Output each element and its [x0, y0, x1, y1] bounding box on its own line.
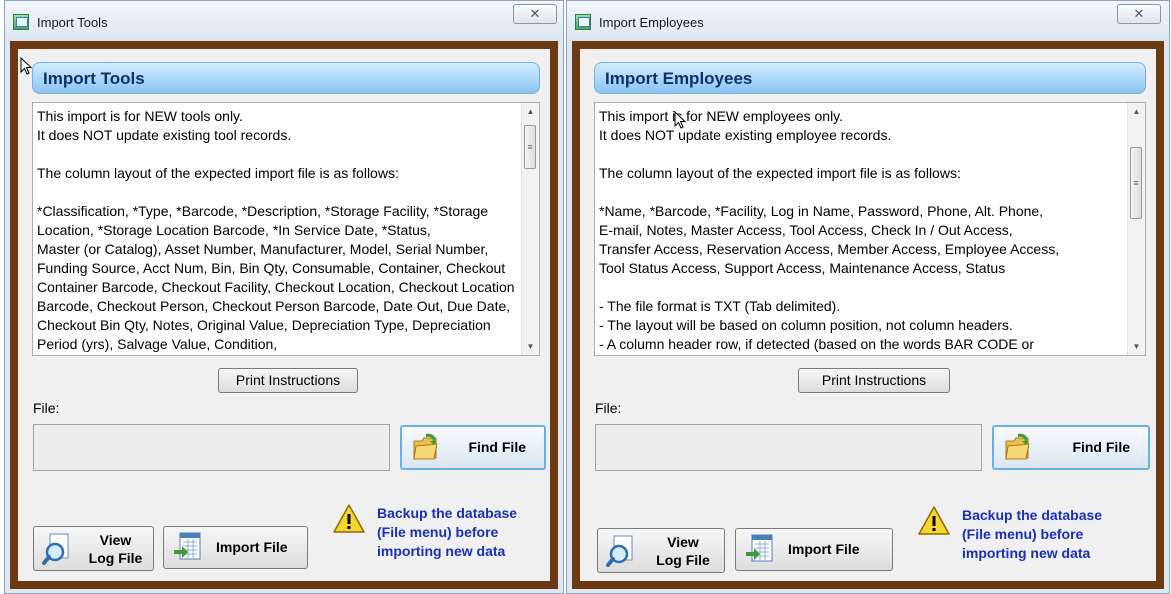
magnifier-icon — [42, 533, 69, 565]
view-log-line2: Log File — [656, 552, 710, 568]
magnifier-icon — [606, 535, 633, 567]
view-log-line1: View — [667, 534, 699, 550]
mouse-pointer-icon — [20, 57, 32, 75]
import-file-button[interactable]: Import File — [163, 526, 308, 569]
backup-line1: Backup the database — [962, 507, 1103, 523]
backup-warning-text: Backup the database (File menu) before i… — [377, 504, 517, 561]
spreadsheet-icon — [174, 532, 201, 560]
window-title: Import Employees — [599, 15, 704, 30]
find-file-label: Find File — [468, 439, 526, 455]
vertical-scrollbar[interactable]: ▲ ≡ ▼ — [1127, 103, 1145, 355]
warning-icon — [333, 504, 365, 533]
scroll-thumb[interactable]: ≡ — [1130, 147, 1142, 219]
close-icon: ✕ — [529, 6, 541, 21]
backup-line3: importing new data — [377, 543, 506, 559]
header-title: Import Tools — [43, 69, 145, 88]
print-instructions-button[interactable]: Print Instructions — [218, 368, 358, 393]
close-icon: ✕ — [1133, 6, 1145, 21]
content-frame: Import Tools This import is for NEW tool… — [10, 41, 558, 589]
title-bar: Import Tools ✕ — [5, 1, 563, 41]
scroll-up-icon[interactable]: ▲ — [1128, 103, 1145, 120]
mouse-pointer-icon — [674, 111, 686, 129]
file-path-field[interactable] — [33, 424, 390, 471]
section-header: Import Employees — [594, 62, 1146, 94]
folder-icon — [413, 433, 438, 460]
backup-line1: Backup the database — [377, 505, 518, 521]
vertical-scrollbar[interactable]: ▲ ≡ ▼ — [521, 103, 539, 355]
content-frame: Import Employees This import is for NEW … — [572, 41, 1164, 589]
view-log-label: View Log File — [644, 533, 722, 569]
import-file-button[interactable]: Import File — [735, 528, 893, 571]
view-log-line2: Log File — [88, 550, 143, 566]
file-path-field[interactable] — [595, 424, 982, 471]
close-button[interactable]: ✕ — [1117, 4, 1161, 24]
title-bar: Import Employees ✕ — [567, 1, 1169, 41]
window-title: Import Tools — [37, 15, 108, 30]
backup-line2: (File menu) before — [377, 524, 499, 540]
instructions-textbox[interactable]: This import is for NEW tools only. It do… — [32, 102, 540, 356]
scroll-up-icon[interactable]: ▲ — [522, 103, 539, 120]
import-file-label: Import File — [216, 539, 288, 555]
view-log-line1: View — [99, 532, 132, 548]
section-header: Import Tools — [32, 62, 540, 94]
scroll-down-icon[interactable]: ▼ — [522, 338, 539, 355]
close-button[interactable]: ✕ — [513, 4, 557, 24]
warning-icon — [918, 506, 950, 535]
instructions-text: This import is for NEW tools only. It do… — [37, 108, 515, 352]
import-employees-window: Import Employees ✕ Import Employees This… — [566, 0, 1170, 594]
find-file-label: Find File — [1072, 439, 1130, 455]
app-icon — [575, 14, 591, 30]
backup-line3: importing new data — [962, 545, 1091, 561]
header-title: Import Employees — [605, 69, 753, 88]
view-log-file-button[interactable]: View Log File — [597, 528, 725, 573]
print-instructions-button[interactable]: Print Instructions — [798, 368, 950, 393]
view-log-label: View Log File — [80, 531, 151, 567]
backup-warning-text: Backup the database (File menu) before i… — [962, 506, 1102, 563]
find-file-button[interactable]: Find File — [992, 425, 1150, 470]
scroll-down-icon[interactable]: ▼ — [1128, 338, 1145, 355]
app-icon — [13, 14, 29, 30]
find-file-button[interactable]: Find File — [400, 425, 546, 470]
spreadsheet-icon — [746, 534, 773, 562]
backup-line2: (File menu) before — [962, 526, 1084, 542]
instructions-text: This import is for NEW employees only. I… — [599, 108, 1060, 352]
scroll-thumb[interactable]: ≡ — [524, 125, 536, 169]
instructions-textbox[interactable]: This import is for NEW employees only. I… — [594, 102, 1146, 356]
import-tools-window: Import Tools ✕ Import Tools This import … — [4, 0, 564, 594]
view-log-file-button[interactable]: View Log File — [33, 526, 154, 571]
import-file-label: Import File — [788, 541, 860, 557]
file-label: File: — [595, 400, 622, 416]
folder-icon — [1005, 433, 1030, 460]
file-label: File: — [33, 400, 60, 416]
